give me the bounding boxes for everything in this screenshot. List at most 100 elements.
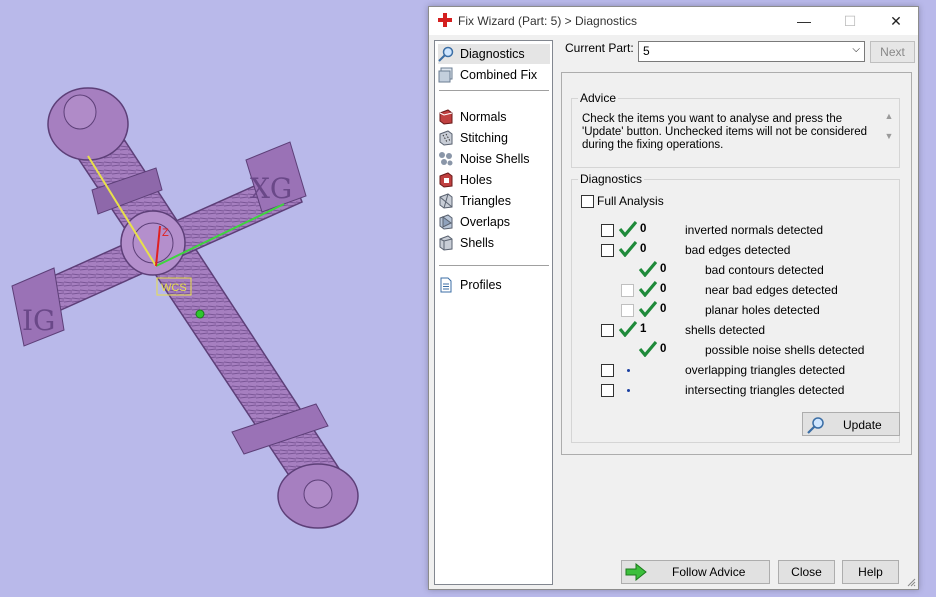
check-icon (639, 341, 657, 357)
near-bad-edges-checkbox[interactable] (621, 284, 634, 297)
overlaps-icon (439, 214, 453, 230)
nav-label: Profiles (460, 278, 502, 292)
bad-edges-label: bad edges detected (685, 243, 791, 257)
near-bad-edges-label: near bad edges detected (705, 283, 838, 297)
red-cross-icon (438, 13, 452, 27)
3d-viewport[interactable]: IG XG Z WCS (0, 0, 430, 597)
diagnostics-title: Diagnostics (578, 172, 645, 186)
bad-edges-checkbox[interactable] (601, 244, 614, 257)
nav-item-triangles[interactable]: Triangles (438, 191, 550, 211)
check-icon (619, 321, 637, 337)
letters-right: XG (250, 172, 292, 205)
planar-holes-count: 0 (660, 303, 667, 315)
bad-edges-count: 0 (640, 243, 647, 255)
check-icon (619, 241, 637, 257)
normals-icon (439, 109, 453, 125)
shells-checkbox[interactable] (601, 324, 614, 337)
noise-shells-label: possible noise shells detected (705, 343, 865, 357)
nav-label: Stitching (460, 131, 508, 145)
advice-text: Check the items you want to analyse and … (582, 113, 868, 151)
window-title: Fix Wizard (Part: 5) > Diagnostics (458, 14, 638, 28)
full-analysis-label: Full Analysis (597, 194, 664, 208)
check-icon (619, 221, 637, 237)
profiles-icon (440, 277, 452, 293)
nav-label: Noise Shells (460, 152, 530, 166)
diagnostics-page: Advice Check the items you want to analy… (561, 72, 912, 455)
near-bad-edges-count: 0 (660, 283, 667, 295)
pending-dot-icon (627, 369, 630, 372)
planar-holes-checkbox[interactable] (621, 304, 634, 317)
nav-item-diagnostics[interactable]: Diagnostics (438, 44, 550, 64)
resize-grip-icon[interactable] (906, 577, 916, 587)
wcs-label: WCS (161, 282, 187, 294)
update-button[interactable]: Update (802, 412, 900, 436)
shells-label: shells detected (685, 323, 766, 337)
chevron-down-icon: ⌵ (852, 44, 860, 55)
follow-advice-label: Follow Advice (672, 565, 746, 579)
nav-item-stitching[interactable]: Stitching (438, 128, 550, 148)
nav-item-profiles[interactable]: Profiles (438, 275, 550, 295)
advice-title: Advice (578, 91, 619, 105)
nav-item-noise-shells[interactable]: Noise Shells (438, 149, 550, 169)
noise-shells-count: 0 (660, 343, 667, 355)
close-button[interactable]: Close (778, 560, 835, 584)
nav-label: Combined Fix (460, 68, 538, 82)
next-button[interactable]: Next (870, 41, 915, 63)
minimize-button[interactable]: — (789, 10, 819, 32)
stitching-icon (439, 130, 453, 146)
nav-label: Triangles (460, 194, 511, 208)
nav-label: Overlaps (460, 215, 511, 229)
planar-holes-label: planar holes detected (705, 303, 820, 317)
diagnostics-group: Diagnostics Full Analysis 0 inverted nor… (571, 172, 900, 443)
nav-divider (439, 265, 549, 266)
inverted-normals-checkbox[interactable] (601, 224, 614, 237)
intersecting-triangles-checkbox[interactable] (601, 384, 614, 397)
advice-scrollbar[interactable]: ▲ ▼ (883, 111, 895, 155)
nav-item-combined-fix[interactable]: Combined Fix (438, 65, 550, 85)
close-window-button[interactable]: ✕ (881, 10, 911, 32)
nav-label: Diagnostics (460, 47, 525, 61)
maximize-button[interactable]: ☐ (835, 10, 865, 32)
shells-count: 1 (640, 323, 647, 335)
current-part-value: 5 (643, 44, 650, 58)
nav-item-shells[interactable]: Shells (438, 233, 550, 253)
check-icon (639, 261, 657, 277)
noise-shells-icon (439, 152, 453, 166)
magnifier-icon (807, 417, 824, 434)
bad-contours-count: 0 (660, 263, 667, 275)
follow-advice-button[interactable]: Follow Advice (621, 560, 770, 584)
shells-icon (439, 235, 453, 251)
holes-icon (439, 172, 453, 188)
nav-item-overlaps[interactable]: Overlaps (438, 212, 550, 232)
overlapping-triangles-label: overlapping triangles detected (685, 363, 846, 377)
fix-wizard-dialog: Fix Wizard (Part: 5) > Diagnostics — ☐ ✕… (428, 6, 919, 590)
check-icon (639, 301, 657, 317)
z-axis-label: Z (162, 227, 169, 239)
current-part-label: Current Part: (565, 41, 634, 55)
combined-fix-icon (438, 67, 453, 83)
full-analysis-checkbox[interactable] (581, 195, 594, 208)
overlapping-triangles-checkbox[interactable] (601, 364, 614, 377)
pending-dot-icon (627, 389, 630, 392)
cross-model[interactable]: IG XG Z WCS (0, 0, 430, 597)
triangles-icon (439, 193, 453, 209)
help-button[interactable]: Help (842, 560, 899, 584)
inverted-normals-label: inverted normals detected (685, 223, 824, 237)
nav-item-normals[interactable]: Normals (438, 107, 550, 127)
nav-label: Holes (460, 173, 492, 187)
nav-divider (439, 90, 549, 91)
advice-group: Advice Check the items you want to analy… (571, 91, 900, 168)
title-bar[interactable]: Fix Wizard (Part: 5) > Diagnostics — ☐ ✕ (429, 7, 918, 35)
check-icon (639, 281, 657, 297)
magnifier-icon (438, 46, 454, 62)
current-part-select[interactable]: 5 ⌵ (638, 41, 865, 62)
nav-label: Shells (460, 236, 495, 250)
arrow-right-icon (625, 563, 647, 581)
wizard-nav-panel: Diagnostics Combined Fix Normals Stitchi… (434, 40, 553, 585)
nav-item-holes[interactable]: Holes (438, 170, 550, 190)
update-label: Update (843, 418, 882, 432)
inverted-normals-count: 0 (640, 223, 647, 235)
nav-label: Normals (460, 110, 507, 124)
pivot-point[interactable] (195, 309, 205, 319)
letters-left: IG (22, 304, 55, 337)
